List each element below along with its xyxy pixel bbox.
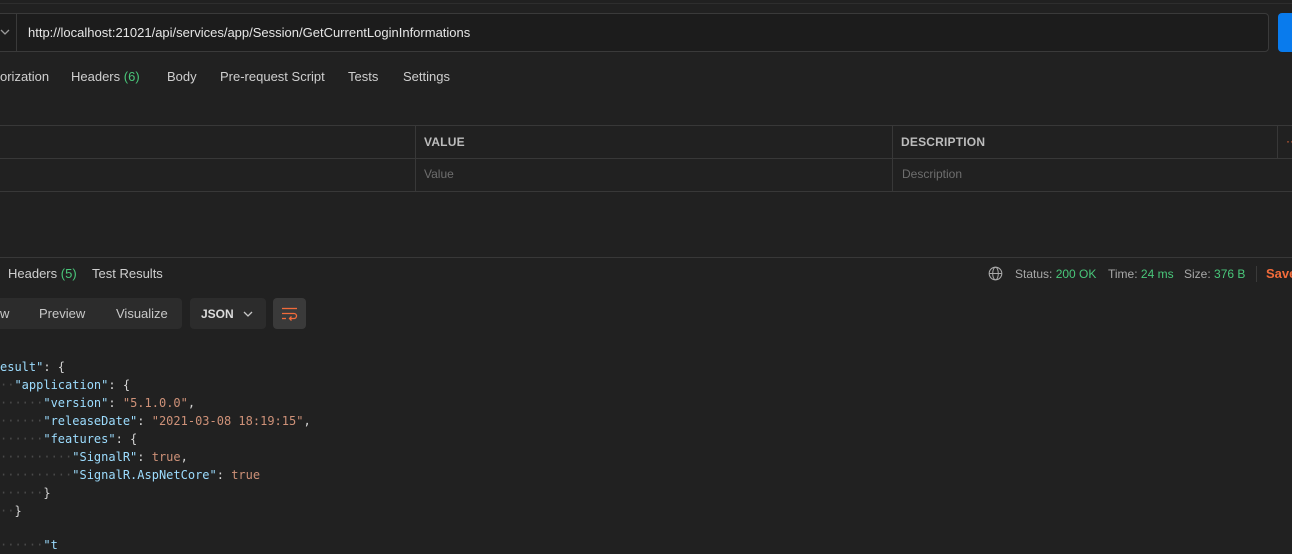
- send-button[interactable]: [1278, 13, 1292, 52]
- code-line: esult": {: [0, 360, 66, 374]
- status-value: 200 OK: [1055, 267, 1097, 281]
- wrap-lines-button[interactable]: [273, 298, 306, 329]
- code-line: ··}: [0, 504, 22, 518]
- time-label: Time:: [1108, 267, 1138, 281]
- view-preview-button[interactable]: Preview: [39, 306, 85, 322]
- meta-divider: [1256, 266, 1257, 282]
- table-column-divider: [892, 125, 893, 191]
- table-top-border: [0, 125, 1292, 126]
- size-readout[interactable]: Size: 376 B: [1184, 267, 1245, 281]
- tab-authorization[interactable]: orization: [0, 69, 49, 85]
- time-value: 24 ms: [1140, 267, 1174, 281]
- url-input[interactable]: http://localhost:21021/api/services/app/…: [28, 25, 470, 41]
- tab-settings[interactable]: Settings: [403, 69, 450, 85]
- code-line: ······"version": "5.1.0.0",: [0, 396, 196, 410]
- description-column-header: DESCRIPTION: [901, 135, 986, 149]
- code-line: ······"features": {: [0, 432, 138, 446]
- code-line: ······"t: [0, 538, 58, 552]
- tab-response-headers[interactable]: Headers (5): [8, 266, 77, 282]
- globe-icon[interactable]: [988, 266, 1003, 281]
- table-bottom-border: [0, 191, 1292, 192]
- size-label: Size:: [1184, 267, 1211, 281]
- url-divider: [16, 14, 17, 51]
- table-column-divider: [1277, 125, 1278, 158]
- method-chevron-down-icon[interactable]: [0, 27, 10, 37]
- value-column-header: VALUE: [424, 135, 465, 149]
- value-input[interactable]: Value: [424, 166, 454, 182]
- status-readout[interactable]: Status: 200 OK: [1015, 267, 1096, 281]
- save-response-button[interactable]: Save: [1266, 266, 1292, 281]
- time-readout[interactable]: Time: 24 ms: [1108, 267, 1174, 281]
- code-line: ······}: [0, 486, 51, 500]
- tab-tests[interactable]: Tests: [348, 69, 378, 85]
- description-input[interactable]: Description: [902, 166, 962, 182]
- view-visualize-button[interactable]: Visualize: [116, 306, 168, 322]
- table-header-border: [0, 158, 1292, 159]
- top-divider: [0, 3, 1292, 4]
- response-headers-label: Headers: [8, 266, 58, 281]
- code-line: ··········"SignalR.AspNetCore": true: [0, 468, 261, 482]
- tab-headers-count: (6): [123, 69, 140, 84]
- tab-body[interactable]: Body: [167, 69, 197, 85]
- status-label: Status:: [1015, 267, 1053, 281]
- code-line: ··········"SignalR": true,: [0, 450, 188, 464]
- tab-test-results[interactable]: Test Results: [92, 266, 163, 282]
- tab-headers-label: Headers: [71, 69, 121, 84]
- response-divider: [0, 257, 1292, 258]
- view-raw-button[interactable]: w: [0, 306, 9, 322]
- bulk-edit-link[interactable]: ··: [1286, 134, 1292, 148]
- code-line: ··"application": {: [0, 378, 131, 392]
- wrap-lines-icon: [282, 307, 298, 321]
- tab-headers[interactable]: Headers (6): [71, 69, 140, 85]
- tab-pre-request-script[interactable]: Pre-request Script: [220, 69, 325, 85]
- chevron-down-icon: [243, 307, 253, 317]
- code-line: ······"releaseDate": "2021-03-08 18:19:1…: [0, 414, 311, 428]
- format-dropdown-label: JSON: [201, 307, 234, 321]
- response-headers-count: (5): [60, 266, 77, 281]
- table-column-divider: [415, 125, 416, 191]
- size-value: 376 B: [1214, 267, 1246, 281]
